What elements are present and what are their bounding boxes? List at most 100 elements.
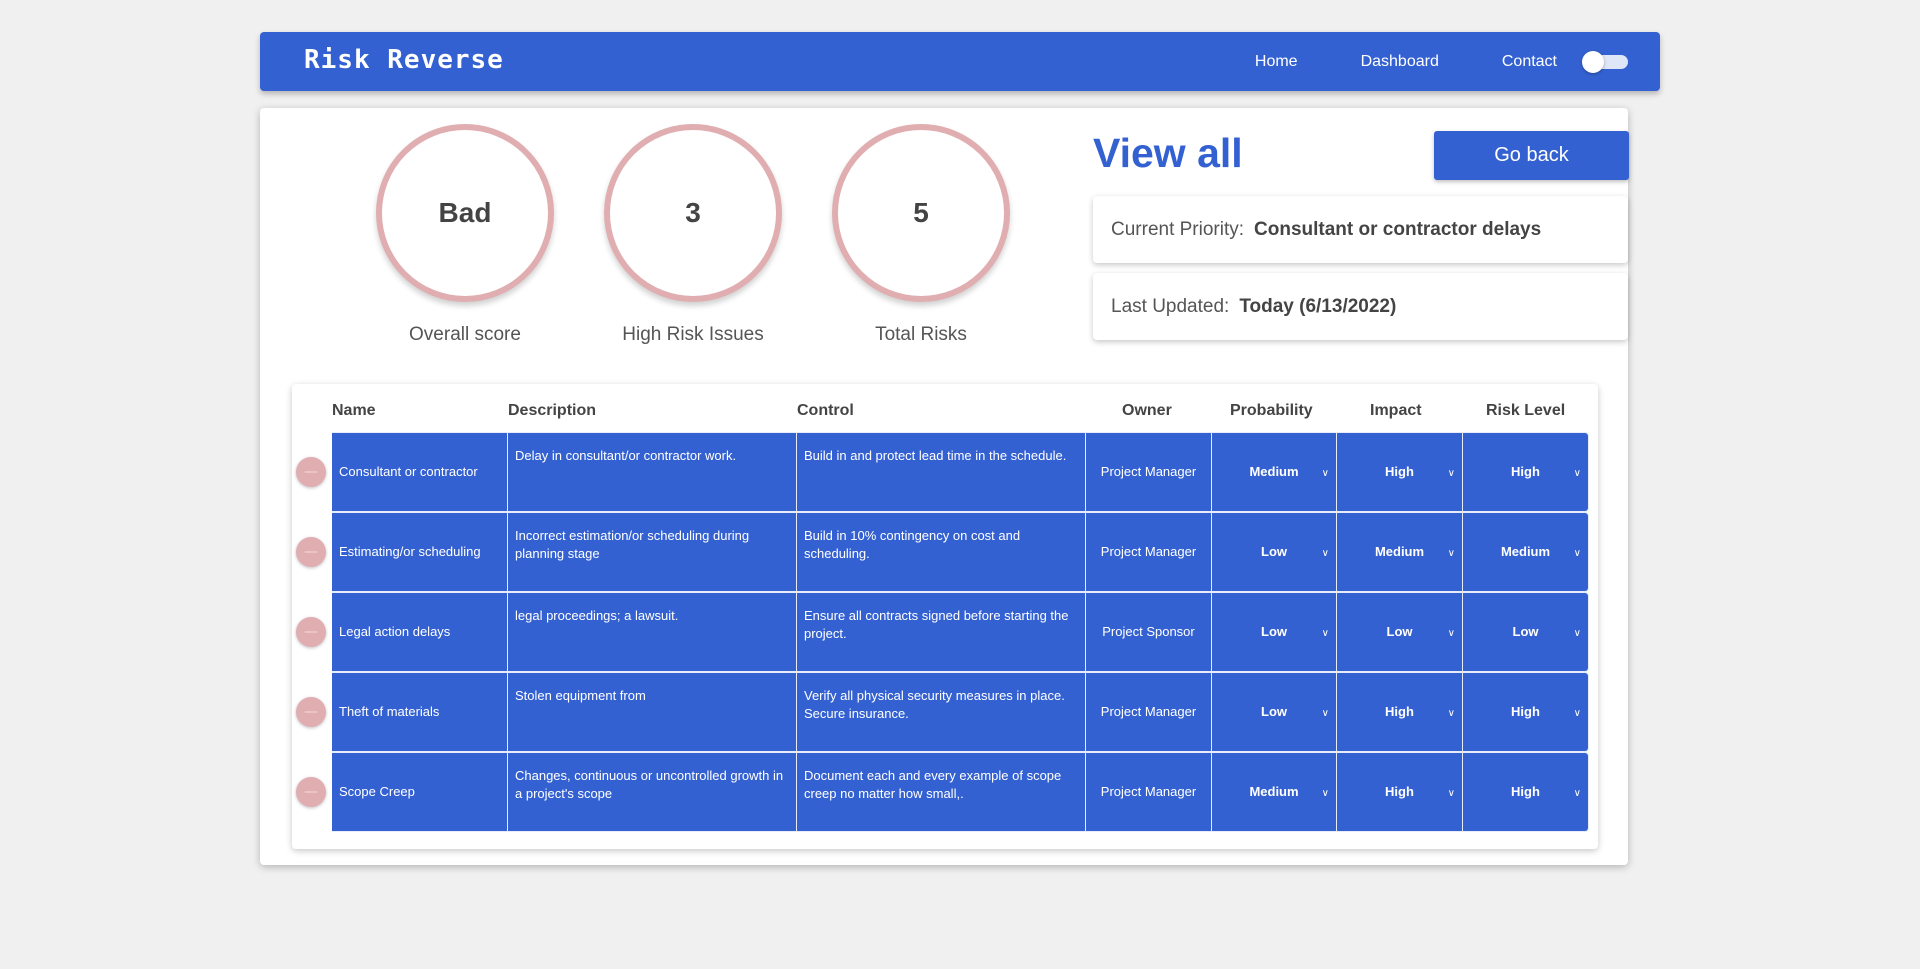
probability-select[interactable]: Low ∨ [1212,672,1337,752]
risk-level-value: High [1511,464,1540,479]
total-risks-stat: 5 Total Risks [831,124,1011,346]
impact-select[interactable]: Medium ∨ [1337,512,1463,592]
risk-owner: Project Manager [1086,432,1212,512]
risk-name: Estimating/or scheduling [332,512,508,592]
risk-owner: Project Manager [1086,512,1212,592]
impact-value: High [1385,704,1414,719]
probability-select[interactable]: Low ∨ [1212,592,1337,672]
impact-value: High [1385,784,1414,799]
risk-owner: Project Sponsor [1086,592,1212,672]
risk-name: Scope Creep [332,752,508,832]
chevron-down-icon: ∨ [1447,468,1455,479]
risk-control: Build in 10% contingency on cost and sch… [797,512,1086,592]
probability-value: Low [1261,704,1287,719]
table-header: Name Description Control Owner Probabili… [292,402,1598,422]
probability-value: Medium [1249,464,1299,479]
navbar: Risk Reverse Home Dashboard Contact [260,32,1660,91]
column-header-name: Name [332,402,376,419]
chevron-down-icon: ∨ [1573,628,1581,639]
total-risks-label: Total Risks [875,324,967,345]
nav-home-link[interactable]: Home [1255,53,1298,71]
risk-level-value: High [1511,784,1540,799]
table-row: — Scope Creep Changes, continuous or unc… [296,752,1589,832]
chevron-down-icon: ∨ [1321,548,1329,559]
table-row: — Legal action delays legal proceedings;… [296,592,1589,672]
remove-row-button[interactable]: — [296,777,326,807]
nav-links: Home Dashboard Contact [1192,32,1557,91]
theme-toggle[interactable] [1582,51,1628,73]
total-risks-value: 5 [832,124,1010,302]
risk-control: Build in and protect lead time in the sc… [797,432,1086,512]
chevron-down-icon: ∨ [1447,788,1455,799]
impact-select[interactable]: High ∨ [1337,672,1463,752]
probability-select[interactable]: Medium ∨ [1212,752,1337,832]
column-header-impact: Impact [1370,402,1422,419]
probability-select[interactable]: Medium ∨ [1212,432,1337,512]
probability-select[interactable]: Low ∨ [1212,512,1337,592]
risk-table: Name Description Control Owner Probabili… [292,384,1598,849]
chevron-down-icon: ∨ [1447,708,1455,719]
risk-owner: Project Manager [1086,672,1212,752]
overall-score-stat: Bad Overall score [375,124,555,346]
impact-select[interactable]: Low ∨ [1337,592,1463,672]
remove-row-button[interactable]: — [296,617,326,647]
column-header-control: Control [797,402,854,419]
high-risk-value: 3 [604,124,782,302]
chevron-down-icon: ∨ [1321,708,1329,719]
probability-value: Low [1261,624,1287,639]
column-header-probability: Probability [1230,402,1313,419]
toggle-knob [1582,51,1604,73]
probability-value: Medium [1249,784,1299,799]
table-row: — Estimating/or scheduling Incorrect est… [296,512,1589,592]
overall-score-label: Overall score [409,324,521,345]
remove-row-button[interactable]: — [296,537,326,567]
risk-level-select[interactable]: High ∨ [1463,432,1589,512]
risk-owner: Project Manager [1086,752,1212,832]
risk-control: Verify all physical security measures in… [797,672,1086,752]
column-header-owner: Owner [1122,402,1172,419]
risk-name: Consultant or contractor [332,432,508,512]
risk-control: Ensure all contracts signed before start… [797,592,1086,672]
risk-level-select[interactable]: Medium ∨ [1463,512,1589,592]
chevron-down-icon: ∨ [1447,628,1455,639]
chevron-down-icon: ∨ [1573,788,1581,799]
nav-contact-link[interactable]: Contact [1502,53,1557,71]
risk-level-select[interactable]: High ∨ [1463,752,1589,832]
chevron-down-icon: ∨ [1447,548,1455,559]
column-header-description: Description [508,402,597,419]
column-header-risk-level: Risk Level [1486,402,1566,419]
overall-score-value: Bad [376,124,554,302]
last-updated-label: Last Updated: [1111,295,1230,317]
chevron-down-icon: ∨ [1321,468,1329,479]
risk-description: Changes, continuous or uncontrolled grow… [508,752,797,832]
risk-level-value: High [1511,704,1540,719]
impact-value: High [1385,464,1414,479]
chevron-down-icon: ∨ [1321,628,1329,639]
table-body: — Consultant or contractor Delay in cons… [296,432,1589,832]
risk-description: legal proceedings; a lawsuit. [508,592,797,672]
risk-level-value: Low [1512,624,1539,639]
high-risk-label: High Risk Issues [622,324,764,345]
risk-description: Incorrect estimation/or scheduling durin… [508,512,797,592]
current-priority-value: Consultant or contractor delays [1254,218,1542,240]
table-row: — Consultant or contractor Delay in cons… [296,432,1589,512]
nav-dashboard-link[interactable]: Dashboard [1361,53,1439,71]
go-back-button[interactable]: Go back [1434,131,1629,180]
impact-value: Medium [1374,544,1425,559]
chevron-down-icon: ∨ [1573,708,1581,719]
impact-select[interactable]: High ∨ [1337,752,1463,832]
high-risk-stat: 3 High Risk Issues [603,124,783,346]
risk-level-value: Medium [1500,544,1551,559]
page-title: View all [1093,130,1243,176]
risk-level-select[interactable]: Low ∨ [1463,592,1589,672]
chevron-down-icon: ∨ [1573,548,1581,559]
remove-row-button[interactable]: — [296,457,326,487]
risk-level-select[interactable]: High ∨ [1463,672,1589,752]
risk-description: Stolen equipment from [508,672,797,752]
last-updated-box: Last Updated: Today (6/13/2022) [1093,273,1628,340]
app-logo[interactable]: Risk Reverse [304,45,504,75]
impact-value: Low [1386,624,1413,639]
impact-select[interactable]: High ∨ [1337,432,1463,512]
remove-row-button[interactable]: — [296,697,326,727]
risk-control: Document each and every example of scope… [797,752,1086,832]
